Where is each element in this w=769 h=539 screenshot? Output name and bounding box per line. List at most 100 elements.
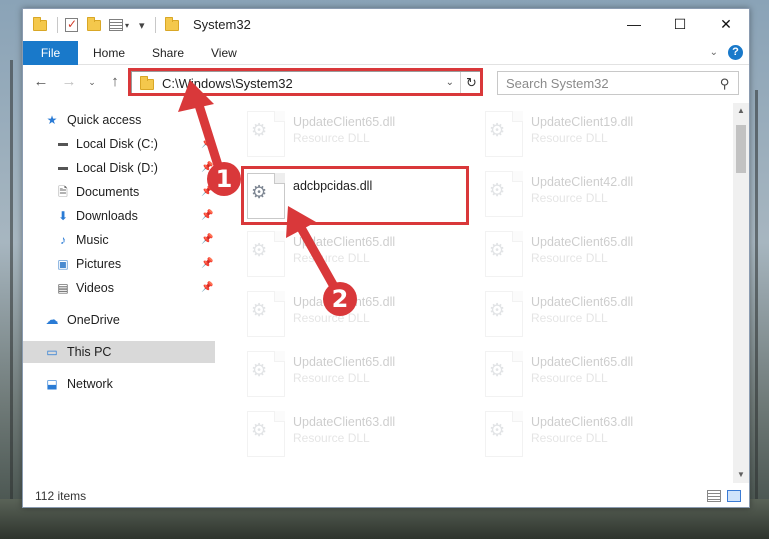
list-item[interactable]: ⚙ UpdateClient63.dll Resource DLL	[243, 407, 473, 465]
list-item[interactable]: ⚙ UpdateClient65.dll Resource DLL	[243, 107, 473, 165]
vertical-scrollbar[interactable]: ▲ ▼	[733, 103, 749, 483]
document-icon: 🗎	[58, 185, 68, 199]
sidebar-item-documents[interactable]: 🗎 Documents 📌	[23, 181, 215, 203]
music-note-icon: ♪	[60, 233, 66, 247]
status-bar: 112 items	[23, 485, 749, 507]
file-type: Resource DLL	[531, 371, 608, 385]
sidebar-item-local-disk-c[interactable]: ▬ Local Disk (C:) 📌	[23, 133, 215, 155]
background-mast	[10, 60, 13, 539]
download-arrow-icon: ⬇	[57, 209, 69, 223]
expand-ribbon-icon[interactable]: ⌄	[710, 47, 718, 58]
list-item[interactable]: ⚙ UpdateClient65.dll Resource DLL	[243, 227, 473, 285]
file-type: Resource DLL	[531, 131, 608, 145]
sidebar-item-this-pc[interactable]: ▭ This PC	[23, 341, 215, 363]
pin-icon[interactable]: 📌	[201, 133, 213, 155]
pin-icon[interactable]: 📌	[201, 277, 213, 299]
file-type: Resource DLL	[531, 251, 608, 265]
network-icon: ⬓	[46, 377, 58, 391]
film-strip-icon: ▤	[57, 281, 69, 295]
window-folder-icon	[165, 16, 179, 31]
folder-icon	[33, 16, 47, 31]
scroll-up-icon[interactable]: ▲	[733, 103, 749, 119]
sidebar-item-quick-access[interactable]: ★ Quick access	[23, 109, 215, 131]
sidebar-item-music[interactable]: ♪ Music 📌	[23, 229, 215, 251]
large-icons-view-icon[interactable]	[727, 490, 741, 502]
list-item[interactable]: ⚙ UpdateClient63.dll Resource DLL	[481, 407, 711, 465]
tab-file[interactable]: File	[23, 41, 78, 65]
list-item[interactable]: ⚙ UpdateClient65.dll Resource DLL	[481, 347, 711, 405]
sidebar-item-label: OneDrive	[67, 313, 120, 327]
sidebar-item-onedrive[interactable]: ☁ OneDrive	[23, 309, 215, 331]
sidebar-item-label: Network	[67, 377, 113, 391]
file-name: UpdateClient63.dll	[293, 415, 396, 429]
pin-icon[interactable]: 📌	[201, 253, 213, 275]
list-item[interactable]: ⚙ UpdateClient65.dll Resource DLL	[481, 287, 711, 345]
recent-locations-icon[interactable]: ⌄	[85, 72, 99, 92]
file-name: UpdateClient65.dll	[531, 235, 634, 249]
pin-icon[interactable]: 📌	[201, 229, 213, 251]
tab-home[interactable]: Home	[93, 41, 125, 65]
tab-share[interactable]: Share	[152, 41, 184, 65]
customize-toolbar-icon[interactable]: ▾	[139, 19, 145, 32]
background-mast	[755, 90, 758, 539]
gear-icon: ⚙	[489, 300, 506, 320]
sidebar-item-local-disk-d[interactable]: ▬ Local Disk (D:) 📌	[23, 157, 215, 179]
list-item[interactable]: ⚙ UpdateClient65.dll Resource DLL	[243, 287, 473, 345]
list-item[interactable]: ⚙ UpdateClient19.dll Resource DLL	[481, 107, 711, 165]
details-view-icon[interactable]	[707, 490, 721, 502]
sidebar-item-label: Local Disk (C:)	[76, 137, 158, 151]
search-input[interactable]: Search System32	[506, 76, 609, 91]
scroll-thumb[interactable]	[736, 125, 746, 173]
ribbon: File Home Share View ⌄ ?	[23, 41, 749, 65]
gear-icon: ⚙	[251, 300, 268, 320]
file-type: Resource DLL	[531, 311, 608, 325]
file-name: UpdateClient65.dll	[531, 295, 634, 309]
help-icon[interactable]: ?	[728, 45, 743, 60]
sidebar-item-label: Pictures	[76, 257, 122, 271]
back-arrow-icon[interactable]: ←	[31, 72, 51, 92]
sidebar-item-label: Videos	[76, 281, 114, 295]
sidebar-item-label: This PC	[67, 345, 112, 359]
new-folder-icon[interactable]	[87, 16, 101, 31]
gear-icon: ⚙	[489, 360, 506, 380]
gear-icon: ⚙	[251, 240, 268, 260]
sidebar-item-network[interactable]: ⬓ Network	[23, 373, 215, 395]
forward-arrow-icon[interactable]: →	[59, 72, 79, 92]
toolbar-separator	[57, 17, 58, 33]
drive-icon: ▬	[58, 138, 68, 149]
list-item[interactable]: ⚙ UpdateClient65.dll Resource DLL	[481, 227, 711, 285]
gear-icon: ⚙	[489, 180, 506, 200]
gear-icon: ⚙	[251, 360, 268, 380]
window-title: System32	[193, 17, 251, 32]
toolbar-separator	[155, 17, 156, 33]
list-item[interactable]: ⚙ UpdateClient42.dll Resource DLL	[481, 167, 711, 225]
sidebar-item-pictures[interactable]: ▣ Pictures 📌	[23, 253, 215, 275]
file-name: UpdateClient42.dll	[531, 175, 634, 189]
step-1-badge: 1	[207, 162, 241, 196]
file-name: UpdateClient19.dll	[531, 115, 634, 129]
sidebar-item-label: Documents	[76, 185, 140, 199]
file-highlight-box	[241, 166, 469, 225]
close-button[interactable]: ✕	[703, 9, 749, 39]
scroll-down-icon[interactable]: ▼	[733, 467, 749, 483]
gear-icon: ⚙	[489, 120, 506, 140]
tab-view[interactable]: View	[211, 41, 237, 65]
pictures-icon: ▣	[57, 257, 69, 271]
chevron-down-icon[interactable]: ▾	[125, 21, 129, 30]
maximize-button[interactable]: ☐	[657, 9, 703, 39]
sidebar-item-videos[interactable]: ▤ Videos 📌	[23, 277, 215, 299]
gear-icon: ⚙	[489, 420, 506, 440]
file-name: UpdateClient63.dll	[531, 415, 634, 429]
sidebar-item-downloads[interactable]: ⬇ Downloads 📌	[23, 205, 215, 227]
pin-icon[interactable]: 📌	[201, 205, 213, 227]
search-box[interactable]: Search System32 ⚲	[497, 71, 739, 95]
minimize-button[interactable]: —	[611, 9, 657, 39]
properties-check-icon[interactable]	[65, 17, 78, 32]
up-arrow-icon[interactable]: ↑	[105, 72, 125, 92]
file-list: ⚙ UpdateClient65.dll Resource DLL ⚙ adcb…	[241, 105, 733, 481]
search-icon[interactable]: ⚲	[720, 76, 730, 92]
quick-access-toolbar	[33, 16, 47, 33]
file-type: Resource DLL	[293, 371, 370, 385]
list-item[interactable]: ⚙ UpdateClient65.dll Resource DLL	[243, 347, 473, 405]
view-options-icon[interactable]	[109, 19, 123, 31]
